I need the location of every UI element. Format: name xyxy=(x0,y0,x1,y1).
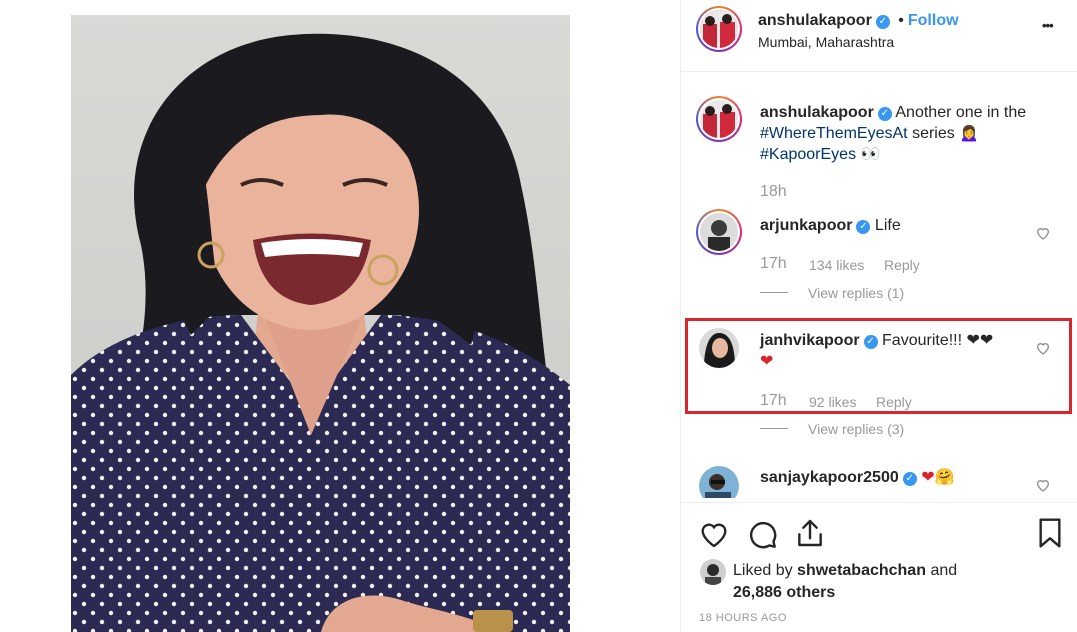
comment-bubble-icon[interactable] xyxy=(746,518,778,550)
caption-text-after: 👀 xyxy=(860,146,881,163)
comment-like-heart-icon[interactable] xyxy=(1035,225,1051,241)
caption-text-before: Another one in the xyxy=(895,104,1027,121)
comment-username[interactable]: arjunkapoor xyxy=(760,217,852,234)
comment-janhvikapoor: janhvikapoor ✓ Favourite!!! ❤❤ ❤ xyxy=(760,330,1030,372)
reply-button[interactable]: Reply xyxy=(884,257,920,273)
comment-like-heart-icon[interactable] xyxy=(1035,340,1051,356)
hashtag-wherethemeyesat[interactable]: #WhereThemEyesAt xyxy=(760,125,908,142)
comment-sanjaykapoor2500: sanjaykapoor2500 ✓ ❤🤗 xyxy=(760,467,955,488)
liker-username[interactable]: shwetabachchan xyxy=(797,562,926,579)
comment-text-continued: ❤ xyxy=(760,353,774,370)
comment-username[interactable]: janhvikapoor xyxy=(760,332,860,349)
comment-likes[interactable]: 134 likes xyxy=(809,257,864,273)
replies-line xyxy=(760,292,788,293)
likes-and: and xyxy=(930,562,958,579)
caption-time[interactable]: 18h xyxy=(760,183,787,201)
follow-button[interactable]: Follow xyxy=(908,12,959,29)
post-location[interactable]: Mumbai, Maharashtra xyxy=(758,34,894,50)
replies-line xyxy=(760,428,788,429)
verified-badge-icon: ✓ xyxy=(902,472,917,486)
comment-avatar-janhvikapoor[interactable] xyxy=(699,328,739,368)
comment-like-heart-icon[interactable] xyxy=(1035,477,1051,493)
reply-button[interactable]: Reply xyxy=(876,394,912,410)
view-replies-button[interactable]: View replies (3) xyxy=(808,421,904,437)
comment-likes[interactable]: 92 likes xyxy=(809,394,856,410)
post-timestamp[interactable]: 18 HOURS AGO xyxy=(699,612,787,624)
header-divider xyxy=(681,71,1077,72)
hashtag-kapooreyes[interactable]: #KapoorEyes xyxy=(760,146,856,163)
liker-avatar[interactable] xyxy=(700,559,726,585)
comment-avatar-sanjaykapoor2500[interactable] xyxy=(699,466,739,498)
comment-text: Favourite!!! ❤❤ xyxy=(882,332,994,349)
comment-time[interactable]: 17h xyxy=(760,392,787,410)
bookmark-icon[interactable] xyxy=(1036,517,1064,549)
likes-summary: Liked by shwetabachchan and 26,886 other… xyxy=(733,560,957,604)
comment-arjunkapoor: arjunkapoor ✓ Life xyxy=(760,215,901,236)
likes-count-others[interactable]: 26,886 others xyxy=(733,584,835,601)
verified-badge-icon: ✓ xyxy=(856,220,871,234)
view-replies-button[interactable]: View replies (1) xyxy=(808,285,904,301)
comment-text: Life xyxy=(874,217,901,234)
share-icon[interactable] xyxy=(794,517,826,549)
header-separator: • xyxy=(898,12,904,29)
more-options-icon[interactable]: ••• xyxy=(1042,18,1054,33)
portrait-illustration xyxy=(71,33,570,632)
verified-badge-icon: ✓ xyxy=(863,335,878,349)
caption-username[interactable]: anshulakapoor xyxy=(760,104,874,121)
like-heart-icon[interactable] xyxy=(698,518,730,550)
likes-prefix: Liked by xyxy=(733,562,793,579)
panel-divider xyxy=(680,0,681,632)
comment-time[interactable]: 17h xyxy=(760,255,787,273)
caption: anshulakapoor ✓ Another one in the #Where… xyxy=(760,102,1060,165)
comment-username[interactable]: sanjaykapoor2500 xyxy=(760,469,899,486)
verified-badge-icon: ✓ xyxy=(875,15,890,29)
post-photo[interactable] xyxy=(71,15,570,632)
comment-text: ❤🤗 xyxy=(921,469,955,486)
post-media-area xyxy=(0,0,680,632)
author-username[interactable]: anshulakapoor xyxy=(758,12,872,29)
author-avatar[interactable] xyxy=(696,6,742,52)
verified-badge-icon: ✓ xyxy=(877,107,892,121)
caption-author-avatar[interactable] xyxy=(696,96,742,142)
caption-text-mid: series 🙍‍♀️ xyxy=(912,125,980,142)
comment-avatar-arjunkapoor[interactable] xyxy=(696,209,742,255)
actions-divider xyxy=(681,502,1077,503)
